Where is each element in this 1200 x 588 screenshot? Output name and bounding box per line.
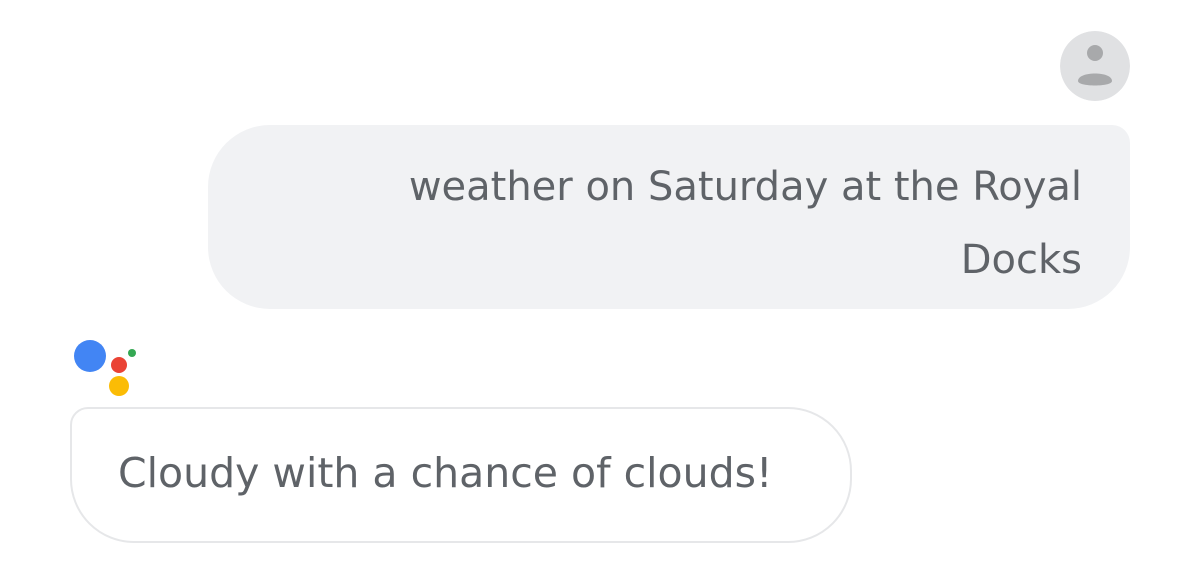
- user-message-bubble: weather on Saturday at the Royal Docks: [208, 125, 1130, 309]
- assistant-message-text: Cloudy with a chance of clouds!: [118, 449, 773, 497]
- assistant-green-dot: [128, 349, 136, 357]
- assistant-blue-dot: [74, 340, 106, 372]
- user-avatar-icon[interactable]: [1060, 31, 1130, 101]
- user-message-text: weather on Saturday at the Royal Docks: [408, 164, 1082, 283]
- assistant-message-bubble: Cloudy with a chance of clouds!: [70, 407, 852, 543]
- google-assistant-logo: [70, 335, 142, 401]
- assistant-red-dot: [111, 357, 127, 373]
- assistant-yellow-dot: [109, 376, 129, 396]
